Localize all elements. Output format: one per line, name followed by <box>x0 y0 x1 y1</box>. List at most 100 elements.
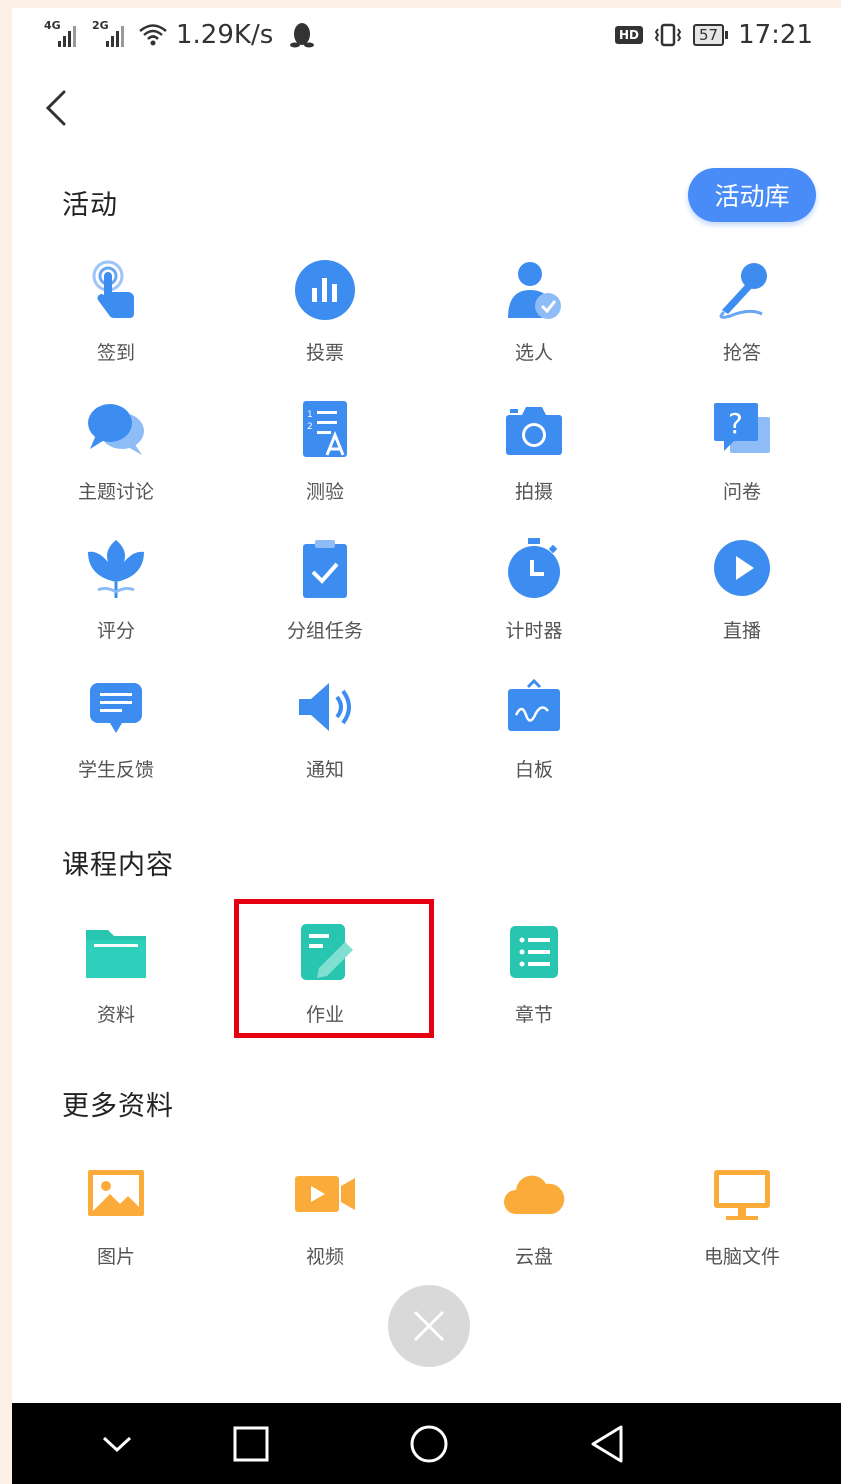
nav-collapse-button[interactable] <box>94 1421 140 1467</box>
question-card-icon: ? <box>710 397 774 461</box>
more-item-video[interactable]: 视频 <box>225 1162 425 1282</box>
item-label: 签到 <box>96 342 135 364</box>
activity-library-button[interactable]: 活动库 <box>688 168 816 222</box>
stopwatch-icon <box>502 536 566 600</box>
activity-item-quick-answer[interactable]: 抢答 <box>642 258 841 378</box>
flower-rating-icon <box>84 536 148 600</box>
quiz-sheet-icon: 1 2 <box>293 397 357 461</box>
network-type-1: 4G <box>44 19 61 32</box>
triangle-back-icon <box>591 1425 623 1463</box>
item-label: 评分 <box>96 620 135 642</box>
activity-item-notice[interactable]: 通知 <box>225 675 425 795</box>
play-circle-icon <box>710 536 774 600</box>
activity-item-questionnaire[interactable]: ? 问卷 <box>642 397 841 517</box>
battery-level: 57 <box>692 24 725 46</box>
video-icon <box>293 1162 357 1226</box>
picture-icon <box>84 1162 148 1226</box>
activity-item-group-task[interactable]: 分组任务 <box>225 536 425 656</box>
more-item-pc-files[interactable]: 电脑文件 <box>642 1162 841 1282</box>
item-label: 通知 <box>305 759 344 781</box>
course-item-materials[interactable]: 资料 <box>16 920 216 1040</box>
system-nav-bar <box>12 1403 841 1484</box>
item-label: 投票 <box>305 342 344 364</box>
whiteboard-icon <box>502 675 566 739</box>
item-label: 主题讨论 <box>77 481 154 503</box>
section-title-course: 课程内容 <box>62 850 174 881</box>
feedback-icon <box>84 675 148 739</box>
item-label: 学生反馈 <box>77 759 154 781</box>
network-type-2: 2G <box>92 19 109 32</box>
item-label: 抢答 <box>722 342 761 364</box>
item-label: 视频 <box>305 1246 344 1268</box>
item-label: 云盘 <box>514 1246 553 1268</box>
item-label: 白板 <box>514 759 553 781</box>
clipboard-check-icon <box>293 536 357 600</box>
hd-badge: HD <box>614 26 643 44</box>
speaker-icon <box>293 675 357 739</box>
chevron-down-icon <box>102 1436 132 1453</box>
square-icon <box>233 1426 269 1462</box>
activity-item-rating[interactable]: 评分 <box>16 536 216 656</box>
bar-chart-icon <box>293 258 357 322</box>
item-label: 直播 <box>722 620 761 642</box>
signal-4g-icon: 4G <box>44 19 76 47</box>
monitor-icon <box>710 1162 774 1226</box>
item-label: 测验 <box>305 481 344 503</box>
nav-recents-button[interactable] <box>228 1421 274 1467</box>
item-label: 选人 <box>514 342 553 364</box>
more-item-cloud-disk[interactable]: 云盘 <box>434 1162 634 1282</box>
item-label: 问卷 <box>722 481 761 503</box>
item-label: 资料 <box>96 1004 135 1026</box>
activity-item-vote[interactable]: 投票 <box>225 258 425 378</box>
chevron-left-icon <box>45 90 66 126</box>
item-label: 章节 <box>514 1004 553 1026</box>
activity-item-discussion[interactable]: 主题讨论 <box>16 397 216 517</box>
item-label: 电脑文件 <box>703 1246 780 1268</box>
person-check-icon <box>502 258 566 322</box>
signal-2g-icon: 2G <box>92 19 124 47</box>
more-item-picture[interactable]: 图片 <box>16 1162 216 1282</box>
item-label: 图片 <box>96 1246 135 1268</box>
item-label: 计时器 <box>505 620 563 642</box>
nav-back-button[interactable] <box>584 1421 630 1467</box>
wifi-icon <box>139 24 167 46</box>
camera-icon <box>502 397 566 461</box>
network-speed: 1.29K/s <box>176 20 274 50</box>
activity-item-shoot[interactable]: 拍摄 <box>434 397 634 517</box>
status-bar: 4G 2G 1.29K/s HD 57 17:21 <box>12 8 841 64</box>
activity-item-sign-in[interactable]: 签到 <box>16 258 216 378</box>
activity-item-student-feedback[interactable]: 学生反馈 <box>16 675 216 795</box>
cloud-icon <box>502 1162 566 1226</box>
homework-pen-icon <box>293 920 357 984</box>
nav-home-button[interactable] <box>406 1421 452 1467</box>
back-button[interactable] <box>34 86 78 130</box>
svg-text:1: 1 <box>307 410 313 420</box>
activity-item-quiz[interactable]: 1 2 测验 <box>225 397 425 517</box>
folder-icon <box>84 920 148 984</box>
close-button[interactable] <box>388 1285 470 1367</box>
penguin-icon <box>290 23 315 48</box>
svg-text:2: 2 <box>307 422 313 432</box>
item-label: 作业 <box>305 1004 344 1026</box>
screen: 4G 2G 1.29K/s HD 57 17:21 活动 活动库 签到 投票 选… <box>12 8 841 1484</box>
section-title-more: 更多资料 <box>62 1091 174 1122</box>
course-item-homework[interactable]: 作业 <box>225 920 425 1040</box>
battery-icon: 57 <box>692 24 729 46</box>
svg-text:?: ? <box>728 407 743 440</box>
tap-hand-icon <box>84 258 148 322</box>
microphone-icon <box>710 258 774 322</box>
activity-item-timer[interactable]: 计时器 <box>434 536 634 656</box>
activity-item-live[interactable]: 直播 <box>642 536 841 656</box>
course-item-chapter[interactable]: 章节 <box>434 920 634 1040</box>
chat-bubbles-icon <box>84 397 148 461</box>
clock: 17:21 <box>738 20 813 50</box>
vibrate-icon <box>654 23 682 47</box>
item-label: 分组任务 <box>286 620 363 642</box>
close-icon <box>413 1310 445 1342</box>
list-icon <box>502 920 566 984</box>
circle-icon <box>410 1425 448 1463</box>
item-label: 拍摄 <box>514 481 553 503</box>
activity-item-pick-person[interactable]: 选人 <box>434 258 634 378</box>
activity-item-whiteboard[interactable]: 白板 <box>434 675 634 795</box>
section-title-activity: 活动 <box>62 190 118 221</box>
